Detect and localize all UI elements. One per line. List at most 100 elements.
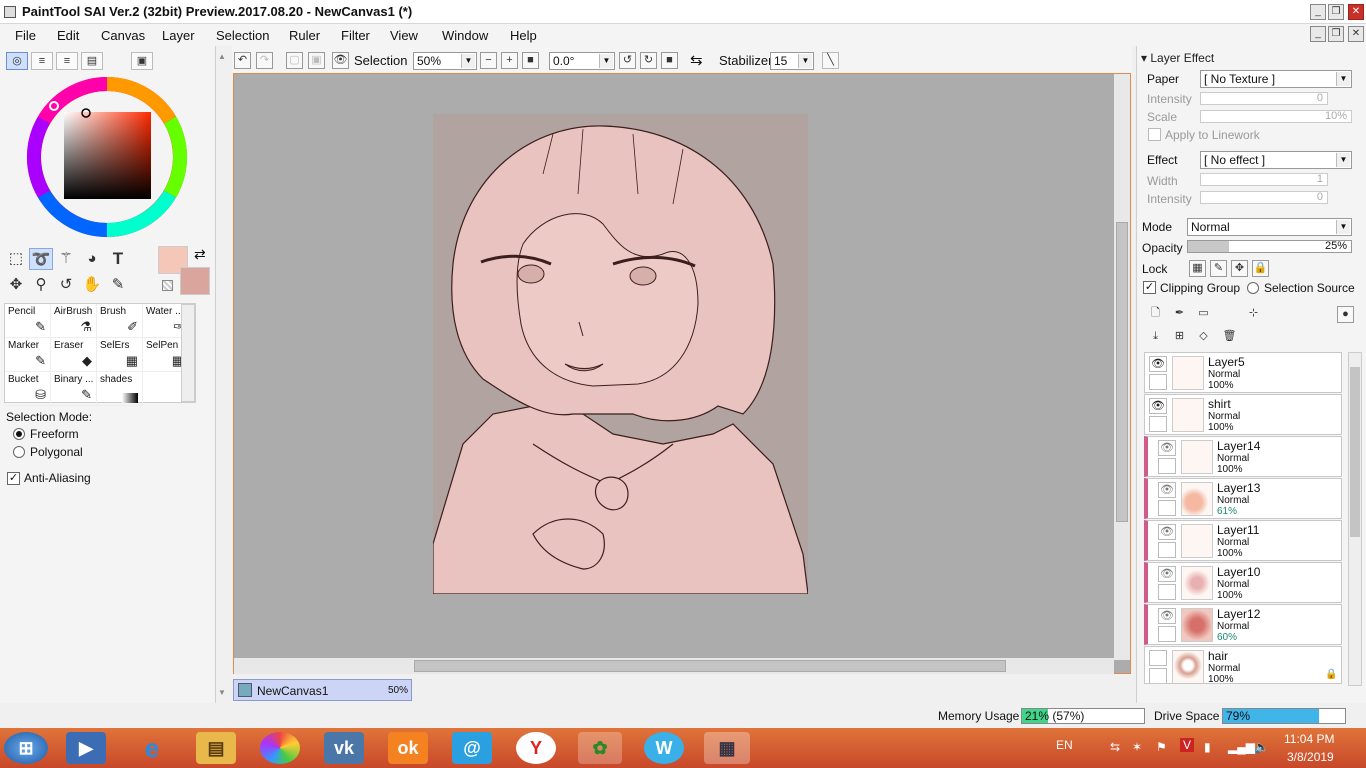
w-app-icon[interactable]: W — [644, 732, 684, 764]
width-slider[interactable]: 1 — [1200, 173, 1328, 186]
eye-icon[interactable]: 👁 — [332, 52, 349, 69]
minimize-button[interactable]: _ — [1310, 4, 1326, 20]
menu-filter[interactable]: Filter — [341, 28, 370, 43]
redo-icon[interactable]: ↷ — [256, 52, 273, 69]
zoom-dropdown[interactable]: 50% ▼ — [413, 52, 477, 70]
eye-icon[interactable]: 👁 — [1158, 608, 1176, 624]
transparent-color-icon[interactable] — [162, 280, 173, 291]
lock-all-icon[interactable]: 🔒 — [1252, 260, 1269, 277]
doc-minimize-button[interactable]: _ — [1310, 26, 1326, 42]
scale-slider[interactable]: 10% — [1200, 110, 1352, 123]
layer-check-box[interactable] — [1158, 500, 1176, 516]
lock-transparency-icon[interactable]: ▦ — [1189, 260, 1206, 277]
move-icon[interactable]: ✥ — [4, 274, 28, 296]
layer-item[interactable]: 👁 shirt Normal 100% — [1144, 394, 1342, 435]
clock-time[interactable]: 11:04 PM — [1284, 732, 1334, 746]
flag-icon[interactable]: ⚑ — [1156, 740, 1167, 754]
zoom-in-icon[interactable]: + — [501, 52, 518, 69]
signal-icon[interactable]: ▂▄▆ — [1228, 740, 1255, 754]
eye-icon[interactable]: 👁 — [1149, 398, 1167, 414]
anti-aliasing-checkbox[interactable]: ✓ — [7, 472, 20, 485]
menu-layer[interactable]: Layer — [162, 28, 195, 43]
layer-item[interactable]: 👁 Layer10 Normal 100% — [1144, 562, 1342, 603]
clear-layer-icon[interactable]: ◇ — [1195, 329, 1212, 346]
eye-icon[interactable]: 👁 — [1158, 440, 1176, 456]
layer-check-box[interactable] — [1158, 458, 1176, 474]
intensity-slider[interactable]: 0 — [1200, 92, 1328, 105]
layer-check-box[interactable] — [1149, 374, 1167, 390]
brush-pencil[interactable]: Pencil ✎ — [5, 304, 51, 338]
menu-ruler[interactable]: Ruler — [289, 28, 320, 43]
selection-source-radio[interactable] — [1247, 282, 1259, 294]
eye-icon[interactable]: 👁 — [1149, 356, 1167, 372]
color-app-icon[interactable] — [260, 732, 300, 764]
vertical-scroll-thumb[interactable] — [1116, 222, 1128, 522]
rotate-right-icon[interactable]: ↻ — [640, 52, 657, 69]
yandex-icon[interactable]: Y — [516, 732, 556, 764]
brush-grid-scrollbar[interactable] — [181, 304, 195, 402]
eyedropper-icon[interactable]: ✎ — [106, 274, 130, 296]
collapse-panel-icon[interactable]: ▼ — [216, 688, 228, 700]
artboard[interactable] — [433, 114, 808, 594]
menu-edit[interactable]: Edit — [57, 28, 79, 43]
menu-help[interactable]: Help — [510, 28, 537, 43]
eye-icon[interactable]: 👁 — [1158, 566, 1176, 582]
battery-icon[interactable]: ▮ — [1204, 740, 1211, 754]
layer-check-box[interactable] — [1158, 626, 1176, 642]
new-layer-icon[interactable]: 🗋 — [1147, 306, 1164, 323]
invert-selection-icon[interactable]: ▣ — [308, 52, 325, 69]
language-indicator[interactable]: EN — [1056, 738, 1073, 752]
eye-icon[interactable]: 👁 — [1158, 482, 1176, 498]
layer-list-scroll-thumb[interactable] — [1350, 367, 1360, 537]
brush-bucket[interactable]: Bucket ⛁ — [5, 372, 51, 406]
canvas-horizontal-scrollbar[interactable] — [234, 658, 1114, 674]
merge-group-icon[interactable]: ⊞ — [1171, 329, 1188, 346]
lasso-icon[interactable]: ➰ — [29, 248, 53, 270]
brush-selers[interactable]: SelErs ▦ — [97, 338, 143, 372]
eye-icon[interactable]: 👁 — [1149, 650, 1167, 666]
internet-explorer-icon[interactable]: e — [132, 732, 172, 764]
layer-item[interactable]: 👁 Layer13 Normal 61% — [1144, 478, 1342, 519]
scratchpad-tab[interactable]: ▣ — [131, 52, 153, 70]
swap-colors-icon[interactable]: ⇄ — [194, 246, 206, 263]
layer-item[interactable]: 👁 hair Normal 100% 🔒 — [1144, 646, 1342, 684]
deselect-icon[interactable]: ▢ — [286, 52, 303, 69]
layer-item[interactable]: 👁 Layer14 Normal 100% — [1144, 436, 1342, 477]
new-linework-layer-icon[interactable]: ✒ — [1171, 306, 1188, 323]
hsv-slider-tab[interactable]: ≡ — [56, 52, 78, 70]
sai-taskbar-icon[interactable]: ▦ — [704, 732, 750, 764]
delete-layer-icon[interactable]: 🗑 — [1221, 329, 1238, 346]
brush-shades[interactable]: shades — [97, 372, 143, 406]
effect-dropdown[interactable]: [ No effect ] ▼ — [1200, 151, 1352, 169]
undo-icon[interactable]: ↶ — [234, 52, 251, 69]
zoom-out-icon[interactable]: − — [480, 52, 497, 69]
vk-icon[interactable]: vk — [324, 732, 364, 764]
transform-icon[interactable]: ⊹ — [1245, 306, 1262, 323]
menu-view[interactable]: View — [390, 28, 418, 43]
polygonal-radio[interactable] — [13, 446, 25, 458]
layer-check-box[interactable] — [1149, 668, 1167, 683]
document-tab[interactable]: NewCanvas1 50% — [233, 679, 412, 701]
brush-eraser[interactable]: Eraser ◆ — [51, 338, 97, 372]
mail-icon[interactable]: @ — [452, 732, 492, 764]
layer-options-icon[interactable]: ● — [1337, 306, 1354, 323]
layer-effect-header[interactable]: ▾ Layer Effect — [1141, 51, 1214, 65]
media-player-icon[interactable]: ▶ — [66, 732, 106, 764]
eye-icon[interactable]: 👁 — [1158, 524, 1176, 540]
line-tool-icon[interactable]: ╲ — [822, 52, 839, 69]
layer-item[interactable]: 👁 Layer12 Normal 60% — [1144, 604, 1342, 645]
layer-list-scrollbar[interactable] — [1348, 352, 1362, 686]
merge-down-icon[interactable]: ⤓ — [1147, 329, 1164, 346]
color-wheel[interactable] — [24, 74, 190, 240]
doc-close-button[interactable]: ✕ — [1348, 26, 1364, 42]
blend-mode-dropdown[interactable]: Normal ▼ — [1187, 218, 1352, 236]
layer-item[interactable]: 👁 Layer5 Normal 100% — [1144, 352, 1342, 393]
lock-move-icon[interactable]: ✥ — [1231, 260, 1248, 277]
hand-icon[interactable]: ✋ — [80, 274, 104, 296]
flip-horizontal-icon[interactable]: ⇆ — [690, 51, 703, 69]
secondary-color-swatch[interactable] — [180, 267, 210, 295]
swatches-tab[interactable]: ▤ — [81, 52, 103, 70]
menu-canvas[interactable]: Canvas — [101, 28, 145, 43]
layer-check-box[interactable] — [1158, 542, 1176, 558]
odnoklassniki-icon[interactable]: ok — [388, 732, 428, 764]
